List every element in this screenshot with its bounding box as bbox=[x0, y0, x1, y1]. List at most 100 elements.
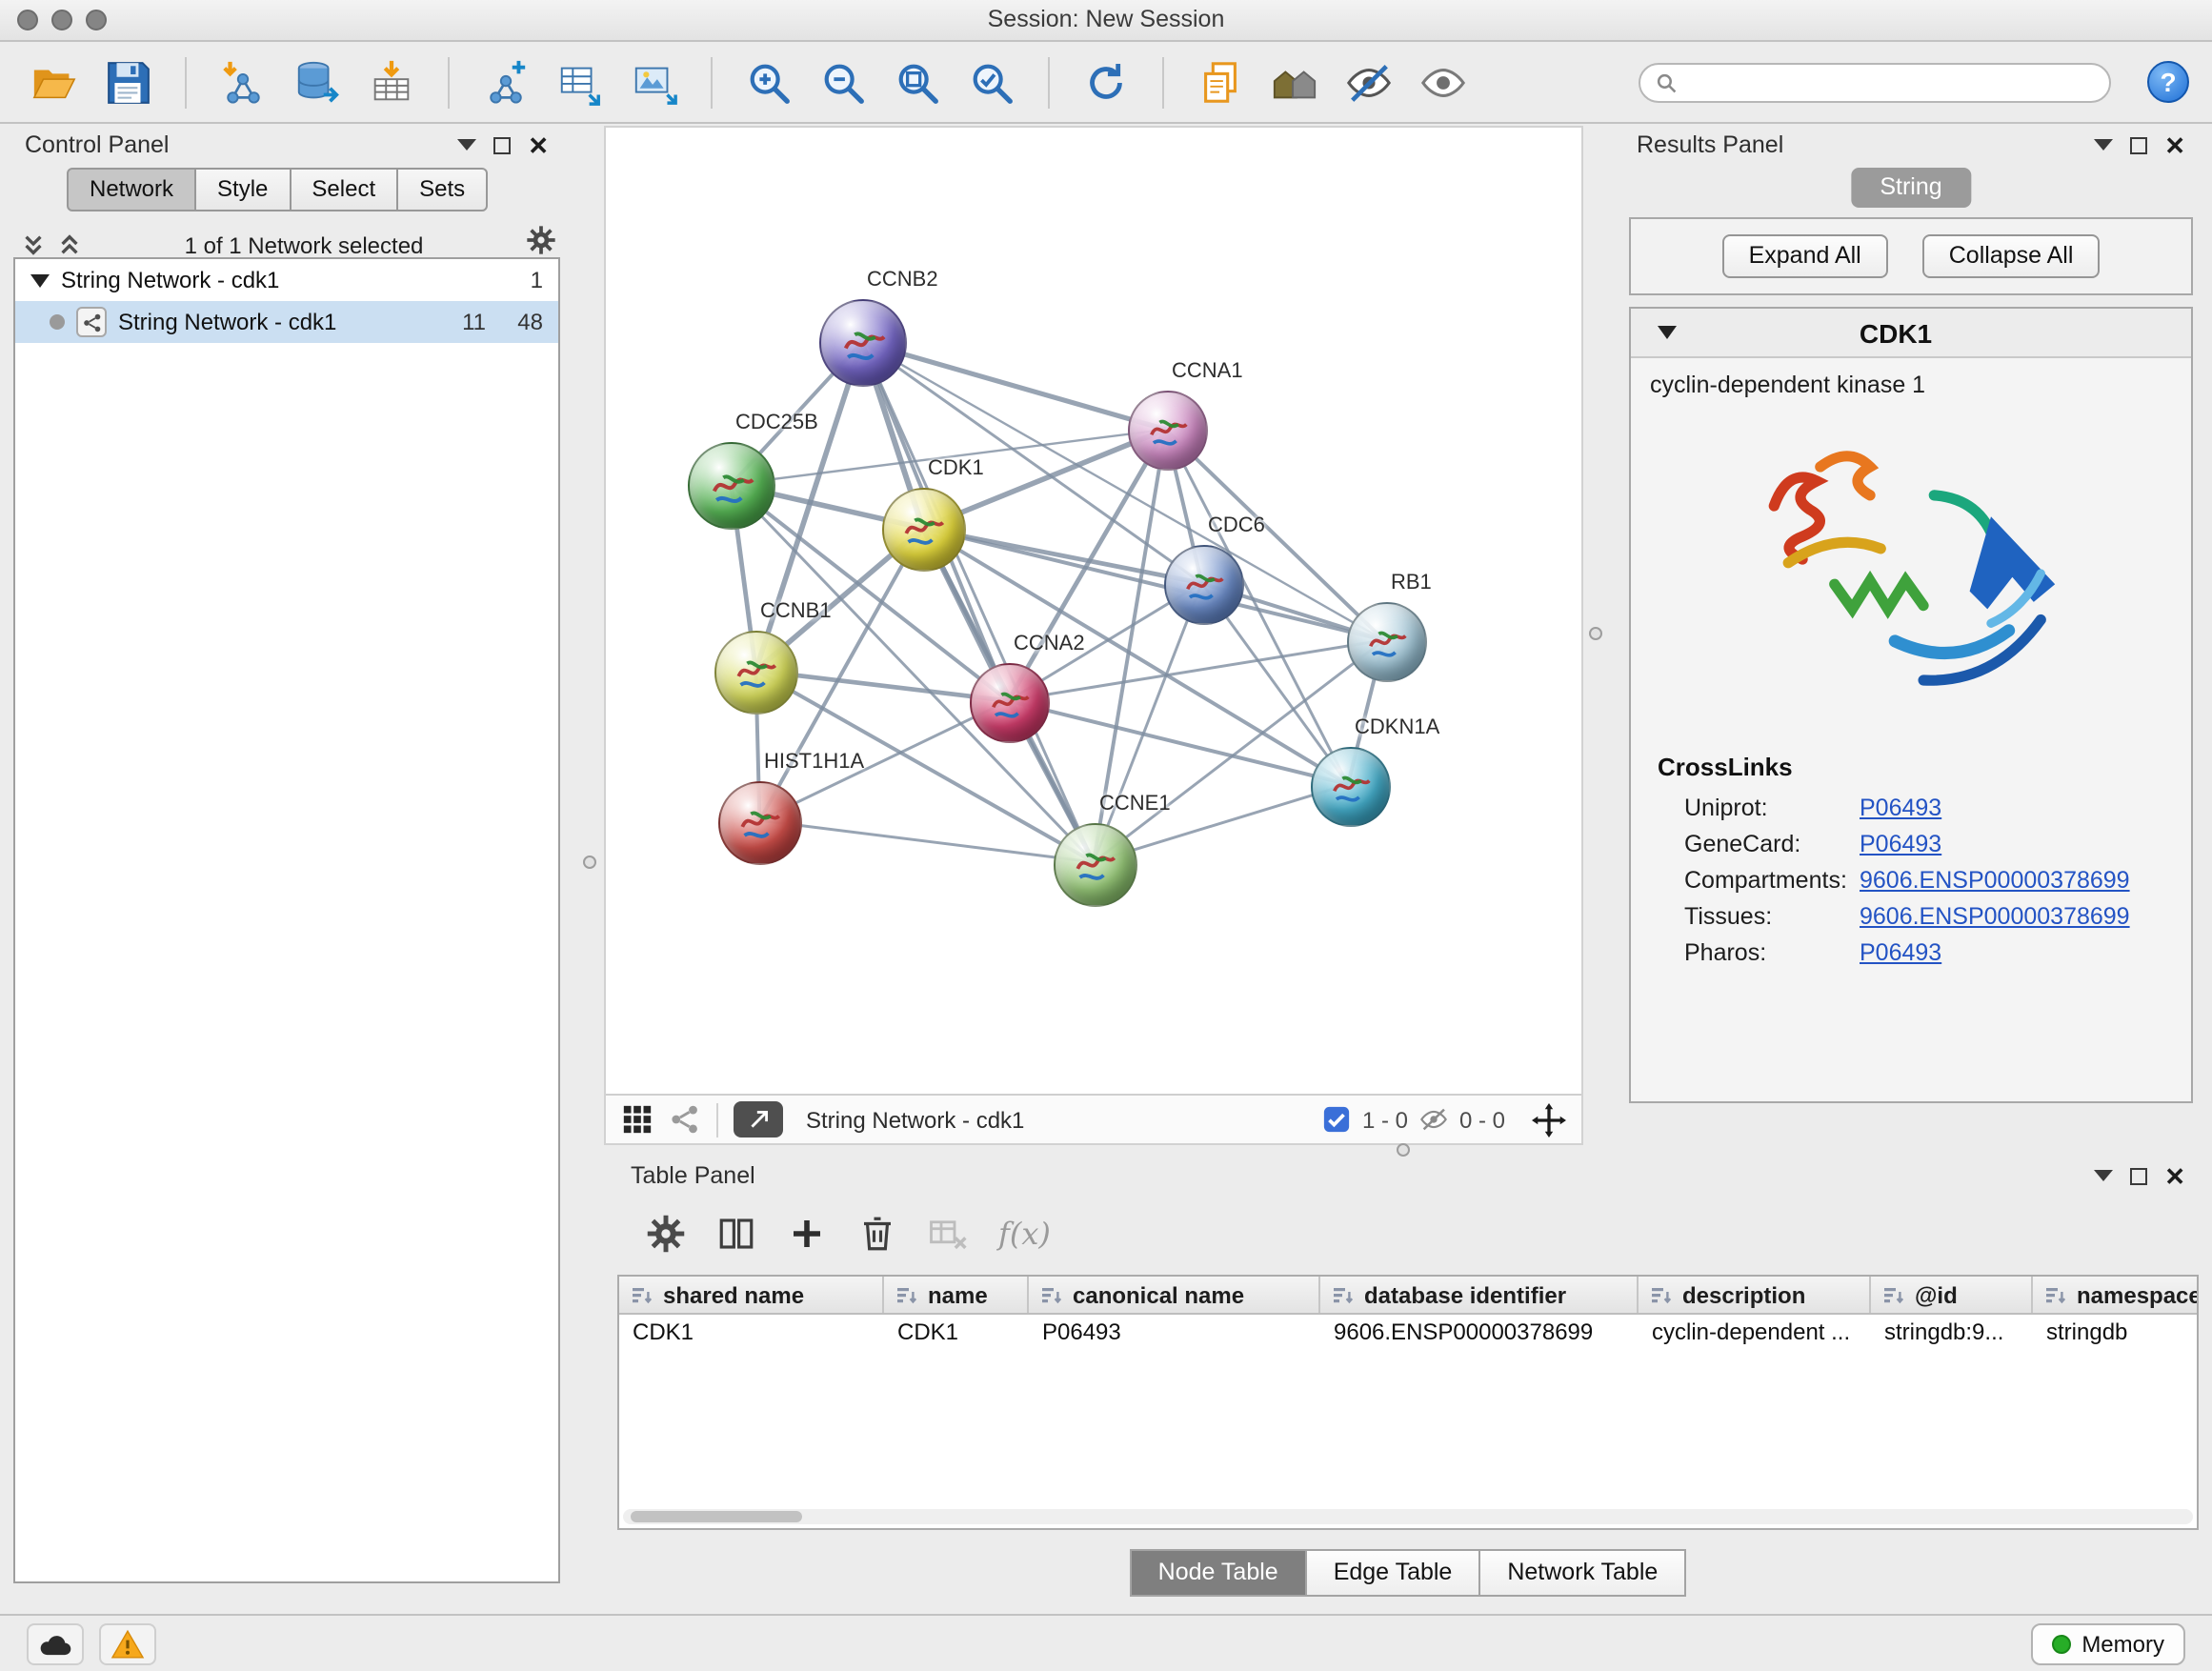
show-columns-button[interactable] bbox=[716, 1213, 756, 1253]
network-node-CDK1[interactable] bbox=[882, 488, 966, 572]
collapse-all-button[interactable]: Collapse All bbox=[1922, 234, 2101, 278]
float-panel-icon[interactable] bbox=[457, 139, 476, 151]
table-body: CDK1CDK1P064939606.ENSP00000378699cyclin… bbox=[619, 1315, 2197, 1353]
apply-layout-button[interactable] bbox=[1075, 51, 1137, 112]
import-table-icon bbox=[368, 58, 415, 106]
show-graphics-button[interactable] bbox=[1412, 51, 1475, 112]
tab-style[interactable]: Style bbox=[196, 168, 291, 211]
delete-table-button[interactable] bbox=[928, 1213, 968, 1253]
table-options-button[interactable] bbox=[646, 1213, 686, 1253]
cytoscape-window: Session: New Session bbox=[0, 0, 2212, 1671]
float-panel-icon[interactable] bbox=[2094, 139, 2113, 151]
close-panel-icon[interactable]: ✕ bbox=[528, 132, 549, 157]
export-image-button[interactable] bbox=[623, 51, 686, 112]
new-network-from-selection-button[interactable] bbox=[474, 51, 537, 112]
collapse-all-icon[interactable] bbox=[57, 232, 82, 257]
warnings-button[interactable] bbox=[99, 1623, 156, 1665]
column-header-namespace[interactable]: namespace bbox=[2033, 1277, 2199, 1313]
scrollbar-thumb[interactable] bbox=[631, 1511, 802, 1522]
network-status-dot bbox=[50, 314, 65, 330]
crosslink-row: GeneCard: P06493 bbox=[1631, 825, 2191, 861]
close-panel-icon[interactable]: ✕ bbox=[2164, 132, 2185, 157]
splitter-handle[interactable] bbox=[1397, 1143, 1410, 1157]
splitter-handle[interactable] bbox=[1589, 627, 1602, 640]
network-node-CCNA2[interactable] bbox=[970, 663, 1050, 743]
import-network-database-button[interactable] bbox=[286, 51, 349, 112]
add-column-button[interactable] bbox=[787, 1213, 827, 1253]
network-node-CDKN1A[interactable] bbox=[1311, 747, 1391, 827]
selected-checkbox-icon[interactable] bbox=[1322, 1105, 1351, 1134]
delete-column-button[interactable] bbox=[857, 1213, 897, 1253]
crosslink-link[interactable]: P06493 bbox=[1860, 794, 1941, 820]
network-node-CCNB1[interactable] bbox=[714, 631, 798, 715]
horizontal-scrollbar[interactable] bbox=[623, 1509, 2193, 1524]
column-header--id[interactable]: @id bbox=[1871, 1277, 2033, 1313]
table-row[interactable]: CDK1CDK1P064939606.ENSP00000378699cyclin… bbox=[619, 1315, 2197, 1353]
network-node-CDC25B[interactable] bbox=[688, 442, 775, 530]
zoom-fit-button[interactable] bbox=[886, 51, 949, 112]
float-panel-icon[interactable] bbox=[2094, 1170, 2113, 1181]
help-button[interactable]: ? bbox=[2147, 61, 2189, 103]
cloud-status-button[interactable] bbox=[27, 1623, 84, 1665]
column-header-shared-name[interactable]: shared name bbox=[619, 1277, 884, 1313]
zoom-out-button[interactable] bbox=[812, 51, 875, 112]
zoom-in-button[interactable] bbox=[737, 51, 800, 112]
network-canvas[interactable]: CCNB2CCNA1CDC25BCDK1CDC6RB1CCNB1CCNA2CDK… bbox=[606, 128, 1581, 1094]
zoom-selected-button[interactable] bbox=[960, 51, 1023, 112]
tab-node-table[interactable]: Node Table bbox=[1130, 1549, 1307, 1597]
network-node-HIST1H1A[interactable] bbox=[718, 781, 802, 865]
hide-annotations-button[interactable] bbox=[1337, 51, 1400, 112]
network-node-CCNA1[interactable] bbox=[1128, 391, 1208, 471]
network-row[interactable]: String Network - cdk1 11 48 bbox=[15, 301, 558, 343]
tab-select[interactable]: Select bbox=[291, 168, 398, 211]
maximize-panel-icon[interactable] bbox=[2130, 1167, 2147, 1184]
network-node-CDC6[interactable] bbox=[1164, 545, 1244, 625]
maximize-panel-icon[interactable] bbox=[2130, 136, 2147, 153]
network-node-RB1[interactable] bbox=[1347, 602, 1427, 682]
expand-all-icon[interactable] bbox=[21, 232, 46, 257]
entry-header[interactable]: CDK1 bbox=[1631, 309, 2191, 358]
expand-all-button[interactable]: Expand All bbox=[1722, 234, 1888, 278]
crosslink-link[interactable]: 9606.ENSP00000378699 bbox=[1860, 902, 2130, 929]
search-input[interactable] bbox=[1686, 69, 2094, 95]
pan-crosshair-icon[interactable] bbox=[1532, 1102, 1566, 1137]
protein-structure-image bbox=[1631, 398, 2191, 737]
network-collection-row[interactable]: String Network - cdk1 1 bbox=[15, 259, 558, 301]
collapse-entry-icon[interactable] bbox=[1658, 326, 1677, 339]
function-builder-button[interactable]: f(x) bbox=[998, 1215, 1051, 1251]
column-header-description[interactable]: description bbox=[1639, 1277, 1871, 1313]
close-panel-icon[interactable]: ✕ bbox=[2164, 1163, 2185, 1188]
import-network-file-button[interactable] bbox=[211, 51, 274, 112]
tab-network[interactable]: Network bbox=[67, 168, 196, 211]
crosslink-row: Compartments: 9606.ENSP00000378699 bbox=[1631, 861, 2191, 897]
hidden-eye-icon[interactable] bbox=[1419, 1105, 1448, 1134]
string-results-tab[interactable]: String bbox=[1851, 168, 1970, 208]
network-node-CCNB2[interactable] bbox=[819, 299, 907, 387]
column-header-name[interactable]: name bbox=[884, 1277, 1029, 1313]
memory-button[interactable]: Memory bbox=[2030, 1623, 2185, 1665]
column-header-canonical-name[interactable]: canonical name bbox=[1029, 1277, 1320, 1313]
import-table-button[interactable] bbox=[360, 51, 423, 112]
table-cell: P06493 bbox=[1029, 1315, 1320, 1353]
grid-view-button[interactable] bbox=[621, 1103, 654, 1136]
collapse-icon[interactable] bbox=[30, 273, 50, 287]
open-session-button[interactable] bbox=[23, 51, 86, 112]
birdseye-view-button[interactable] bbox=[734, 1101, 783, 1137]
tab-edge-table[interactable]: Edge Table bbox=[1307, 1549, 1481, 1597]
save-session-button[interactable] bbox=[97, 51, 160, 112]
crosslink-link[interactable]: P06493 bbox=[1860, 938, 1941, 965]
splitter-handle[interactable] bbox=[583, 856, 596, 869]
copy-document-button[interactable] bbox=[1189, 51, 1252, 112]
network-status-bar: String Network - cdk1 1 - 0 0 - 0 bbox=[606, 1094, 1581, 1143]
crosslink-link[interactable]: P06493 bbox=[1860, 830, 1941, 856]
tab-sets[interactable]: Sets bbox=[398, 168, 488, 211]
column-header-database-identifier[interactable]: database identifier bbox=[1320, 1277, 1639, 1313]
tab-network-table[interactable]: Network Table bbox=[1480, 1549, 1686, 1597]
table-panel-title: Table Panel bbox=[631, 1162, 755, 1189]
export-table-button[interactable] bbox=[549, 51, 612, 112]
cybrowser-home-button[interactable] bbox=[1263, 51, 1326, 112]
network-node-CCNE1[interactable] bbox=[1054, 823, 1137, 907]
maximize-panel-icon[interactable] bbox=[493, 136, 511, 153]
crosslink-link[interactable]: 9606.ENSP00000378699 bbox=[1860, 866, 2130, 893]
string-network-button[interactable] bbox=[669, 1103, 701, 1136]
